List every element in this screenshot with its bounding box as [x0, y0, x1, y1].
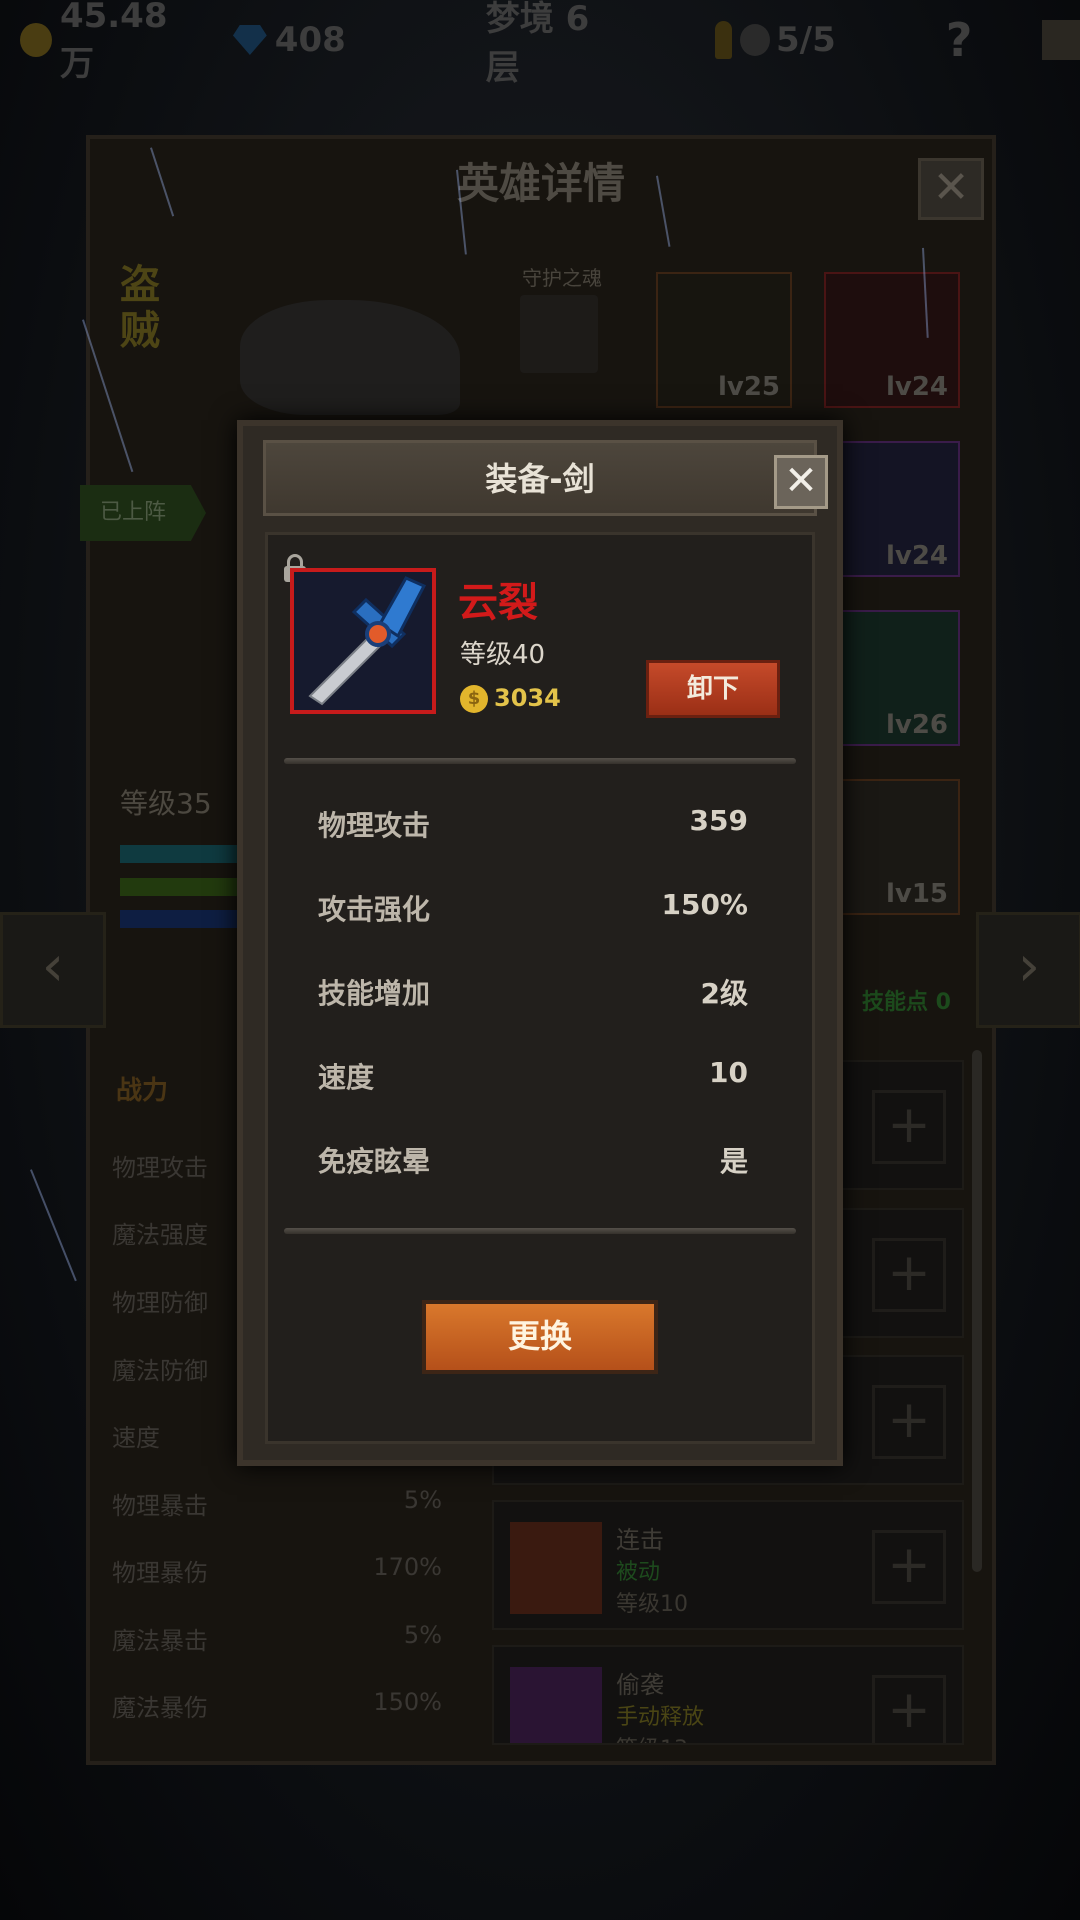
item-stat-row: 技能增加 2级: [318, 972, 748, 1012]
equip-slot-ring[interactable]: lv26: [824, 610, 960, 746]
skill-card[interactable]: 连击 被动 等级10 +: [492, 1500, 964, 1630]
top-resource-bar: 45.48万 408 梦境 6层 5/5 ?: [0, 0, 1080, 88]
settings-gear-icon[interactable]: [1042, 20, 1080, 60]
hero-class-name: 盗贼: [120, 262, 160, 354]
stat-row: 魔法暴击 5%: [112, 1621, 442, 1655]
skill-type: 手动释放: [616, 1705, 705, 1730]
stat-value: 150%: [661, 888, 748, 921]
stat-value: 是: [719, 1145, 748, 1178]
item-stat-row: 攻击强化 150%: [318, 888, 748, 928]
combo-skill-icon: [510, 1522, 602, 1614]
stat-value: 10: [709, 1056, 748, 1089]
guardian-soul-label: 守护之魂: [522, 266, 602, 290]
item-name: 云裂: [458, 580, 538, 626]
sword-icon: [294, 572, 432, 710]
replace-button[interactable]: 更换: [422, 1300, 658, 1374]
skill-card[interactable]: 偷袭 手动释放 等级13 +: [492, 1645, 964, 1745]
item-sell-value: 3034: [494, 684, 561, 712]
stat-row: 魔法暴伤 150%: [112, 1688, 442, 1722]
key-icon: [715, 21, 732, 59]
deployed-badge: 已上阵: [80, 485, 206, 541]
mana-bar: [120, 910, 240, 928]
hero-panel-close-button[interactable]: ✕: [918, 158, 984, 220]
prev-hero-arrow[interactable]: ‹: [0, 912, 106, 1028]
equip-slot-helmet[interactable]: lv25: [656, 272, 792, 408]
hero-portrait: [240, 300, 460, 415]
guardian-soul-slot[interactable]: [520, 295, 598, 373]
add-skill-button[interactable]: +: [872, 1385, 946, 1459]
equip-level: lv26: [885, 710, 948, 740]
equip-level: lv24: [885, 541, 948, 571]
equip-level: lv15: [885, 879, 948, 909]
stat-row: 物理暴伤 170%: [112, 1553, 442, 1587]
equip-level: lv24: [885, 372, 948, 402]
skill-name: 连击: [616, 1526, 664, 1554]
skill-points: 技能点 0: [862, 990, 951, 1015]
equip-slot-shield[interactable]: lv15: [824, 779, 960, 915]
equip-slot-boots[interactable]: lv24: [824, 441, 960, 577]
sneak-attack-skill-icon: [510, 1667, 602, 1743]
skills-scrollbar[interactable]: [972, 1050, 982, 1572]
unequip-button[interactable]: 卸下: [646, 660, 780, 718]
keys-count: 5/5: [776, 20, 836, 60]
modal-title: 装备-剑: [485, 460, 595, 498]
gold-coin-icon: [20, 23, 52, 57]
add-skill-button[interactable]: +: [872, 1238, 946, 1312]
power-heading: 战力: [116, 1076, 169, 1106]
stat-value: 2级: [700, 977, 748, 1010]
gem-amount: 408: [274, 20, 346, 60]
stat-row: 物理暴击 5%: [112, 1486, 442, 1520]
health-bar: [120, 845, 240, 863]
hero-detail-title: 英雄详情: [456, 159, 625, 208]
item-icon-frame: [290, 568, 436, 714]
modal-header: 装备-剑 ✕: [263, 440, 828, 516]
hero-level: 等级35: [120, 787, 212, 820]
exp-bar: [120, 878, 240, 896]
item-stat-row: 免疫眩晕 是: [318, 1140, 748, 1180]
modal-close-button[interactable]: ✕: [774, 455, 828, 509]
stat-value: 359: [689, 804, 748, 837]
upgrade-skill-button[interactable]: +: [872, 1530, 946, 1604]
equip-slot-amulet[interactable]: lv24: [824, 272, 960, 408]
help-button[interactable]: ?: [946, 13, 973, 67]
item-stat-row: 速度 10: [318, 1056, 748, 1096]
stat-label: 物理攻击: [318, 809, 431, 842]
skull-icon: [739, 24, 770, 56]
skill-level: 等级13: [616, 1731, 688, 1743]
add-skill-button[interactable]: +: [872, 1090, 946, 1164]
item-stat-row: 物理攻击 359: [318, 804, 748, 844]
equip-level: lv25: [717, 372, 780, 402]
stat-label: 速度: [318, 1061, 375, 1094]
divider: [284, 758, 796, 764]
stage-label: 梦境 6层: [485, 0, 590, 88]
upgrade-skill-button[interactable]: +: [872, 1675, 946, 1743]
next-hero-arrow[interactable]: ›: [976, 912, 1080, 1028]
item-level: 等级40: [460, 640, 546, 670]
gem-icon: [232, 25, 267, 55]
divider: [284, 1228, 796, 1234]
gold-amount: 45.48万: [59, 0, 168, 84]
skill-type: 被动: [616, 1560, 661, 1585]
stat-label: 免疫眩晕: [318, 1145, 431, 1178]
skill-name: 偷袭: [616, 1671, 664, 1699]
stat-label: 技能增加: [318, 977, 431, 1010]
gold-coin-icon: $: [460, 685, 488, 713]
skill-level: 等级10: [616, 1592, 688, 1617]
stat-label: 攻击强化: [318, 893, 431, 926]
